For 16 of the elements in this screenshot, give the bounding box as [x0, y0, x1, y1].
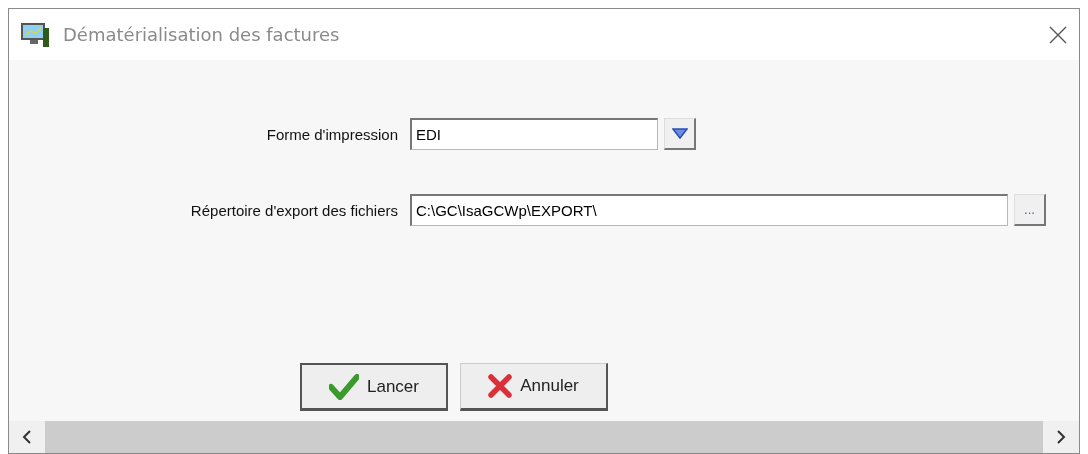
caret-icon — [671, 128, 688, 139]
close-icon[interactable] — [1049, 25, 1067, 44]
scroll-left-icon[interactable] — [21, 430, 33, 444]
launch-button[interactable]: Lancer — [300, 363, 448, 411]
field-label: Répertoire d'export des fichiers — [189, 201, 398, 219]
browse-button[interactable]: ... — [1014, 194, 1046, 226]
field-label: Forme d'impression — [265, 125, 398, 143]
scroll-right-icon[interactable] — [1055, 430, 1067, 444]
window-title: Dématérialisation des factures — [63, 24, 341, 45]
checkmark-icon — [329, 373, 359, 400]
dropdown-button[interactable] — [664, 118, 696, 150]
monitor-icon — [21, 21, 51, 48]
folder-path-field[interactable]: C:\GC\IsaGCWp\EXPORT\ — [410, 194, 1008, 226]
print-form-field[interactable]: EDI — [410, 118, 658, 150]
cancel-button[interactable]: Annuler — [460, 363, 608, 411]
close-icon — [488, 374, 513, 398]
